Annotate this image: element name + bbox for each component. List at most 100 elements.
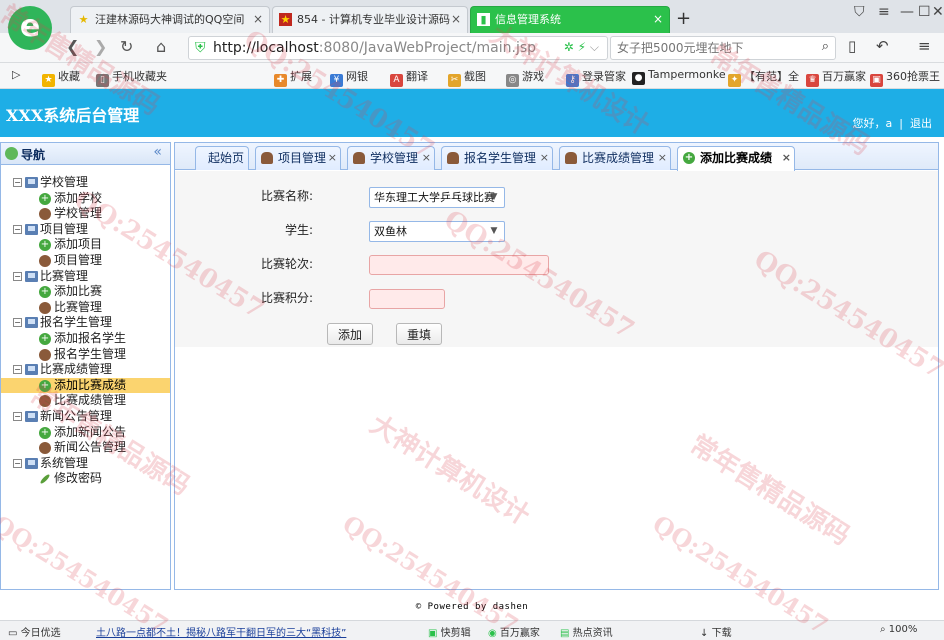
- bookmark-games[interactable]: ◎ 游戏: [506, 68, 544, 87]
- tree-group-school[interactable]: − 学校管理: [1, 175, 170, 191]
- status-news-ticker[interactable]: 土八路一点都不土！揭秘八路军干翻日军的三大“黑科技”: [96, 624, 346, 639]
- status-zoom[interactable]: ⌕ 100%: [880, 624, 917, 635]
- tree-item-label: 学校管理: [54, 206, 103, 221]
- tab-project-manage[interactable]: 项目管理 ×: [255, 146, 341, 170]
- flag-icon: ★: [279, 13, 292, 26]
- student-select[interactable]: 双鱼林 ▼: [369, 221, 505, 242]
- tree-item-add-school[interactable]: + 添加学校: [1, 191, 170, 207]
- collapse-toggle-icon[interactable]: −: [13, 318, 22, 328]
- tree-group-match[interactable]: − 比赛管理: [1, 269, 170, 285]
- bookmark-million-winner[interactable]: ♛ 百万赢家: [806, 68, 866, 87]
- status-quick-edit[interactable]: ▣ 快剪辑: [428, 624, 471, 639]
- forward-icon[interactable]: ❯: [94, 37, 107, 57]
- tree-group-project[interactable]: − 项目管理: [1, 222, 170, 238]
- bookmark-label: 【有范】全: [744, 70, 799, 83]
- tree-item-match-score-manage[interactable]: 比赛成绩管理: [1, 393, 170, 409]
- tab-close-icon[interactable]: ×: [422, 147, 431, 169]
- search-icon[interactable]: ⌕: [822, 39, 829, 54]
- tree-item-label: 添加学校: [54, 190, 103, 205]
- tab-close-icon[interactable]: ×: [328, 147, 337, 169]
- status-hot-news[interactable]: ▤ 热点资讯: [560, 624, 613, 639]
- status-million-winner[interactable]: ◉ 百万赢家: [488, 624, 540, 639]
- add-button[interactable]: 添加: [327, 323, 373, 345]
- search-input[interactable]: [611, 37, 801, 59]
- browser-tab-info-system[interactable]: ▮ 信息管理系统 ×: [470, 6, 670, 33]
- tree-item-add-enrolled-student[interactable]: + 添加报名学生: [1, 331, 170, 347]
- status-downloads[interactable]: ↓ 下载: [700, 624, 732, 639]
- close-icon[interactable]: ×: [253, 7, 263, 32]
- sidebar-toggle-icon[interactable]: ▷: [12, 68, 20, 81]
- status-label: 快剪辑: [440, 628, 471, 639]
- bookmark-translate[interactable]: A 翻译: [390, 68, 428, 87]
- tree-item-add-match-score[interactable]: + 添加比赛成绩: [1, 377, 170, 394]
- tree-item-enrolled-student-manage[interactable]: 报名学生管理: [1, 347, 170, 363]
- tree-item-add-news[interactable]: + 添加新闻公告: [1, 425, 170, 441]
- status-daily-picks[interactable]: ▭ 今日优选: [8, 624, 61, 639]
- collapse-toggle-icon[interactable]: −: [13, 458, 22, 468]
- tree-item-match-manage[interactable]: 比赛管理: [1, 300, 170, 316]
- bookmark-youfan[interactable]: ✦ 【有范】全: [728, 68, 799, 87]
- match-select[interactable]: 华东理工大学乒乓球比赛 ▼: [369, 187, 505, 208]
- tree-item-project-manage[interactable]: 项目管理: [1, 253, 170, 269]
- user-icon: [261, 152, 273, 164]
- tab-close-icon[interactable]: ×: [782, 147, 791, 169]
- score-input[interactable]: [369, 289, 445, 309]
- reset-button[interactable]: 重填: [396, 323, 442, 345]
- bookmark-ticket[interactable]: ▣ 360抢票王: [870, 68, 940, 87]
- tree-group-match-score[interactable]: − 比赛成绩管理: [1, 362, 170, 378]
- tree-group-enrolled-students[interactable]: − 报名学生管理: [1, 315, 170, 331]
- browser-tab-qq-space[interactable]: ★ 汪建林源码大神调试的QQ空间 ×: [70, 6, 270, 33]
- new-tab-button[interactable]: +: [676, 6, 691, 32]
- phone-icon[interactable]: ▯: [848, 37, 856, 55]
- collapse-toggle-icon[interactable]: −: [13, 411, 22, 421]
- reload-icon[interactable]: ↻: [120, 37, 133, 57]
- close-window-icon[interactable]: ✕: [932, 4, 944, 20]
- back-icon[interactable]: ❮: [66, 37, 79, 57]
- menu-icon[interactable]: ≡: [878, 4, 890, 20]
- speed-icon[interactable]: ✲ ⚡ ⌵: [564, 40, 599, 55]
- browser-tab-source-code[interactable]: ★ 854 - 计算机专业毕业设计源码 ×: [272, 6, 468, 33]
- collapse-icon[interactable]: «: [153, 144, 162, 160]
- maximize-icon[interactable]: ☐: [918, 4, 931, 20]
- tree-item-add-match[interactable]: + 添加比赛: [1, 284, 170, 300]
- tree-item-add-project[interactable]: + 添加项目: [1, 237, 170, 253]
- search-box[interactable]: ⌕: [610, 36, 836, 60]
- tab-close-icon[interactable]: ×: [658, 147, 667, 169]
- tree-group-system[interactable]: − 系统管理: [1, 456, 170, 472]
- minimize-icon[interactable]: —: [900, 4, 914, 20]
- address-bar[interactable]: ⛨ http://localhost:8080/JavaWebProject/m…: [188, 36, 608, 60]
- bookmark-bank[interactable]: ¥ 网银: [330, 68, 368, 87]
- bookmark-screenshot[interactable]: ✂ 截图: [448, 68, 486, 87]
- tab-enrolled-student-manage[interactable]: 报名学生管理 ×: [441, 146, 553, 170]
- close-icon[interactable]: ×: [451, 7, 461, 32]
- close-icon[interactable]: ×: [653, 7, 663, 32]
- tab-home[interactable]: 起始页: [195, 146, 249, 170]
- collapse-toggle-icon[interactable]: −: [13, 365, 22, 375]
- tab-add-match-score[interactable]: + 添加比赛成绩 ×: [677, 146, 795, 171]
- tab-close-icon[interactable]: ×: [540, 147, 549, 169]
- status-label: 下载: [711, 628, 732, 639]
- status-label: 今日优选: [20, 628, 61, 639]
- shirt-icon[interactable]: ⛉: [854, 4, 865, 20]
- bookmark-mobile[interactable]: ▯ 手机收藏夹: [96, 68, 167, 87]
- tab-match-score-manage[interactable]: 比赛成绩管理 ×: [559, 146, 671, 170]
- tree-group-news[interactable]: − 新闻公告管理: [1, 409, 170, 425]
- tree-item-change-password[interactable]: 修改密码: [1, 471, 170, 487]
- tab-school-manage[interactable]: 学校管理 ×: [347, 146, 435, 170]
- collapse-toggle-icon[interactable]: −: [13, 178, 22, 187]
- bookmark-extensions[interactable]: ✚ 扩展: [274, 68, 312, 87]
- bookmark-login-manager[interactable]: ⚷ 登录管家: [566, 68, 626, 87]
- collapse-toggle-icon[interactable]: −: [13, 224, 22, 234]
- logout-link[interactable]: 退出: [910, 117, 932, 130]
- tree-group-label: 比赛成绩管理: [40, 362, 113, 377]
- bookmark-favorites[interactable]: ★ 收藏: [42, 68, 80, 87]
- tree-item-school-manage[interactable]: 学校管理: [1, 206, 170, 222]
- bookmark-tampermonkey[interactable]: ● Tampermonke: [632, 68, 726, 85]
- tree-item-news-manage[interactable]: 新闻公告管理: [1, 440, 170, 456]
- menu-icon[interactable]: ≡: [918, 37, 931, 55]
- home-icon[interactable]: ⌂: [156, 37, 166, 57]
- round-input[interactable]: [369, 255, 549, 275]
- browser-logo-icon[interactable]: e: [8, 6, 52, 50]
- undo-icon[interactable]: ↶: [876, 37, 889, 55]
- collapse-toggle-icon[interactable]: −: [13, 271, 22, 281]
